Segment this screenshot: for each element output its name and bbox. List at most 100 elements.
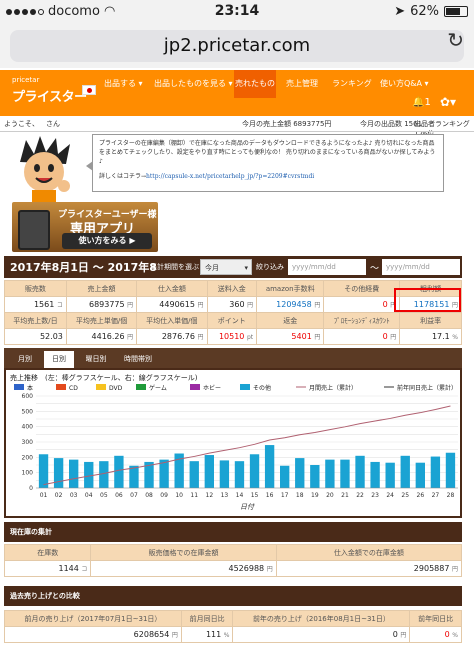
bar-other	[430, 456, 441, 488]
highlight-box	[394, 288, 461, 312]
bar-other	[325, 459, 335, 488]
reload-icon[interactable]: ↻	[447, 26, 464, 54]
bar-other	[280, 465, 290, 488]
x-tick-label: 13	[221, 492, 229, 499]
x-tick-label: 16	[266, 492, 274, 499]
y-tick-label: 100	[22, 470, 34, 477]
legend-label: 本	[27, 384, 33, 392]
points: 10510 pt	[206, 328, 258, 345]
bar-other	[159, 459, 169, 488]
bar-other	[99, 461, 109, 488]
x-tick-label: 25	[401, 492, 409, 499]
x-tick-label: 06	[115, 492, 123, 499]
user-name: さん	[46, 120, 60, 128]
bar-other	[84, 461, 94, 488]
legend-label: DVD	[109, 385, 123, 392]
how-to-use-button[interactable]: 使い方をみる ▶	[62, 233, 152, 249]
sales-count: 1561 コ	[4, 296, 67, 313]
main-nav: pricetar プライスター 出品する ▾ 出品したものを見る ▾ 売れたもの…	[0, 70, 474, 116]
legend-label: ゲーム	[149, 384, 167, 392]
legend-swatch	[14, 384, 24, 390]
x-tick-label: 02	[55, 492, 63, 499]
purchase-amount: 4490615 円	[136, 296, 208, 313]
mascot-image	[20, 136, 70, 204]
logo[interactable]: pricetar プライスター	[4, 76, 96, 110]
prev-year-sales: 0 円	[232, 626, 411, 643]
bar-other	[445, 452, 456, 488]
tab-monthly[interactable]: 月別	[10, 351, 40, 368]
tab-hourly[interactable]: 時間帯別	[116, 351, 160, 368]
avg-daily-sales: 52.03	[4, 328, 67, 345]
notice-bubble: プライスターの在庫編集（棚卸）で在庫になった商品のデータもダウンロードできるよう…	[86, 134, 444, 192]
tab-weekday[interactable]: 曜日別	[78, 351, 114, 368]
x-tick-label: 24	[386, 492, 394, 499]
x-tick-label: 28	[447, 492, 455, 499]
address-bar[interactable]: jp2.pricetar.com	[10, 30, 464, 62]
legend-label: ホビー	[203, 384, 221, 392]
legend-swatch	[240, 384, 250, 390]
date-from-input[interactable]: yyyy/mm/dd	[288, 259, 366, 275]
menu-help[interactable]: 使い方Q&A ▾	[380, 70, 438, 98]
date-to-input[interactable]: yyyy/mm/dd	[382, 259, 460, 275]
x-tick-label: 19	[311, 492, 319, 499]
legend-swatch	[190, 384, 200, 390]
info-bar: ようこそ、 さん 今月の売上金額 6893775円 今月の出品数 1561 出品…	[0, 116, 474, 138]
inventory-count: 1144 コ	[3, 560, 92, 577]
bar-other	[310, 465, 320, 488]
notification-bell-icon[interactable]: 🔔1	[412, 97, 431, 108]
location-icon: ➤	[394, 4, 406, 19]
comparison-section-title: 過去売り上げとの比較	[4, 586, 462, 606]
bubble-tail	[86, 161, 93, 171]
inventory-sale-value: 4526988 円	[90, 560, 277, 577]
menu-ranking[interactable]: ランキング	[332, 70, 372, 98]
legend-swatch	[136, 384, 146, 390]
prev-month-sales: 6208654 円	[4, 626, 182, 643]
sales-chart: 売上推移 (左：棒グラフスケール、右：線グラフスケール) 本 CD DVD ゲーム ホビー…	[6, 370, 460, 516]
y-tick-label: 0	[29, 485, 33, 492]
prev-month-ratio: 111 %	[180, 626, 234, 643]
menu-sales-management[interactable]: 売上管理	[286, 70, 326, 98]
greeting: ようこそ、	[4, 120, 39, 128]
monthly-count: 今月の出品数 1561	[360, 120, 423, 128]
app-banner[interactable]: プライスターユーザー様 専用アプリ 使い方をみる ▶	[12, 202, 158, 252]
prev-year-ratio: 0 %	[409, 626, 462, 643]
x-tick-label: 15	[251, 492, 259, 499]
range-tilde: ～	[370, 264, 380, 274]
x-tick-label: 08	[145, 492, 153, 499]
menu-listing[interactable]: 出品する ▾	[104, 70, 148, 98]
legend-swatch	[96, 384, 106, 390]
bar-other	[355, 455, 365, 488]
x-tick-label: 20	[326, 492, 334, 499]
notification-count: 1	[424, 97, 431, 108]
bar-other	[219, 460, 230, 488]
notice-link[interactable]: http://capsule-x.net/pricetarhelp_jp/?p=…	[146, 173, 314, 180]
chart-title: 売上推移 (左：棒グラフスケール、右：線グラフスケール)	[10, 373, 198, 382]
inventory-section-title: 現在庫の集計	[4, 522, 462, 542]
address-bar-container: jp2.pricetar.com ↻	[0, 24, 474, 68]
bar-other	[385, 462, 395, 488]
y-tick-label: 600	[22, 393, 34, 400]
menu-listed-items[interactable]: 出品したものを見る ▾	[154, 70, 234, 98]
range-select[interactable]: 今月 ▾	[200, 259, 252, 275]
x-tick-label: 05	[100, 492, 108, 499]
legend-swatch	[56, 384, 66, 390]
x-tick-label: 18	[296, 492, 304, 499]
period-bar: 2017年8月1日 ～ 2017年8 集計期間を選ぶ 今月 ▾ 絞り込み yyyy…	[4, 256, 462, 278]
x-tick-label: 11	[190, 492, 198, 499]
profit-rate: 17.1 %	[399, 328, 462, 345]
range-label: 集計期間を選ぶ	[150, 263, 199, 271]
bar-other	[264, 445, 275, 488]
bar-other	[295, 458, 305, 488]
other-expenses: 0 円	[323, 296, 401, 313]
tab-daily[interactable]: 日別	[44, 351, 74, 368]
x-tick-label: 12	[206, 492, 214, 499]
notice-link-prefix: 詳しくはコチラ→	[99, 173, 147, 180]
menu-sold-items[interactable]: 売れたもの	[234, 70, 276, 98]
status-bar: docomo ◠ 23:14 ➤ 62%	[0, 0, 474, 24]
legend-label: 前年同日売上（累計）	[397, 384, 457, 392]
x-tick-label: 21	[341, 492, 349, 499]
gear-icon[interactable]: ✿▾	[440, 95, 456, 109]
sales-amount: 6893775 円	[65, 296, 138, 313]
bar-other	[370, 461, 380, 488]
x-tick-label: 26	[417, 492, 425, 499]
